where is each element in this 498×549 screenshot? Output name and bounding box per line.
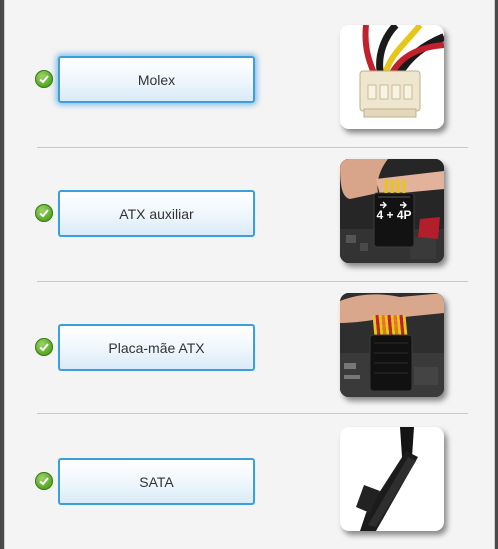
connector-row-atx-motherboard: Placa-mãe ATX [5, 281, 496, 415]
connector-label: 4 + 4P [376, 208, 411, 222]
check-icon [35, 472, 53, 490]
check-icon [35, 70, 53, 88]
atx-motherboard-connector-icon [340, 293, 444, 397]
row-divider [37, 413, 468, 414]
sata-button[interactable]: SATA [58, 458, 255, 505]
connector-row-atx-aux: ATX auxiliar 4 + 4P [5, 147, 496, 281]
atx-aux-connector-icon: 4 + 4P [340, 159, 444, 263]
connector-row-sata: SATA [5, 415, 496, 549]
matching-panel: Molex ATX auxiliar 4 + 4P Placa-mãe ATX … [4, 0, 495, 549]
connector-row-molex: Molex [5, 13, 496, 147]
molex-button[interactable]: Molex [58, 56, 255, 103]
atx-motherboard-button[interactable]: Placa-mãe ATX [58, 324, 255, 371]
sata-connector-icon [340, 427, 444, 531]
molex-connector-icon [340, 25, 444, 129]
atx-aux-button[interactable]: ATX auxiliar [58, 190, 255, 237]
check-icon [35, 338, 53, 356]
check-icon [35, 204, 53, 222]
